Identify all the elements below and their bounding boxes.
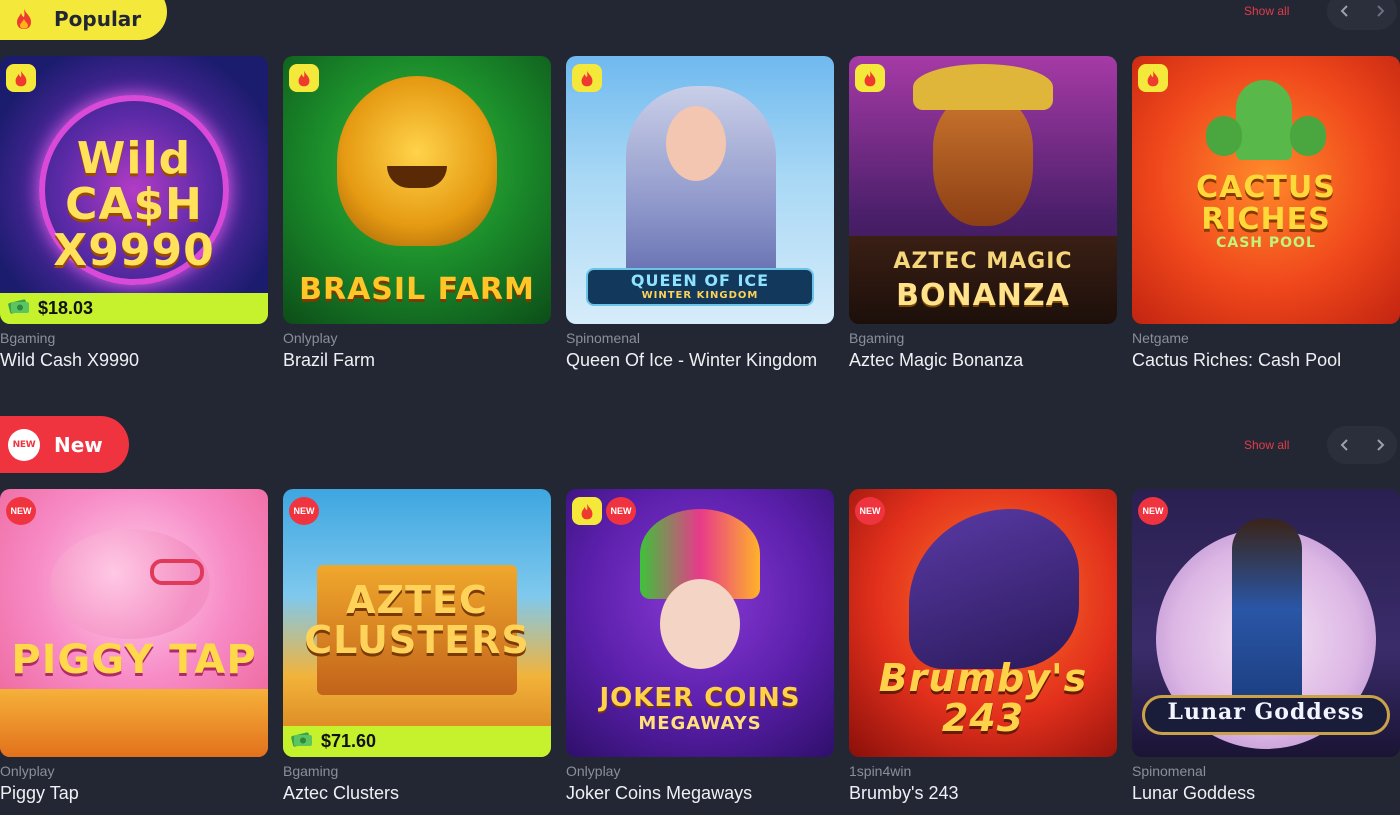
game-card[interactable]: JOKER COINS MEGAWAYS NEW Onlyplay Joker … [566,489,834,804]
game-name[interactable]: Lunar Goddess [1132,783,1400,804]
game-provider: Spinomenal [1132,763,1206,779]
game-name[interactable]: Aztec Magic Bonanza [849,350,1117,371]
chevron-left-icon [1340,5,1348,17]
prev-button[interactable] [1327,426,1362,464]
game-thumbnail[interactable]: QUEEN OF ICE WINTER KINGDOM [566,56,834,324]
game-art-title: JOKER COINS [599,683,801,713]
fire-icon [289,64,319,92]
money-icon [8,297,30,320]
fire-icon [855,64,885,92]
game-provider: Spinomenal [566,330,640,346]
prev-button[interactable] [1327,0,1362,30]
game-card[interactable]: AZTEC MAGIC BONANZA Bgaming Aztec Magic … [849,56,1117,371]
game-provider: Onlyplay [0,763,55,779]
game-card[interactable]: CACTUS RICHES CASH POOL Netgame Cactus R… [1132,56,1400,371]
new-badge: NEW [289,497,319,525]
game-thumbnail[interactable]: AZTEC MAGIC BONANZA [849,56,1117,324]
game-thumbnail[interactable]: AZTEC CLUSTERS NEW $71.60 [283,489,551,757]
chevron-right-icon [1376,5,1384,17]
game-thumbnail[interactable]: Wild CA$H X9990 $18.03 [0,56,268,324]
chevron-right-icon [1376,439,1384,451]
fire-icon [8,3,40,35]
fire-icon [572,497,602,525]
jackpot-amount: $18.03 [38,298,94,318]
fire-icon [572,64,602,92]
game-thumbnail[interactable]: CACTUS RICHES CASH POOL [1132,56,1400,324]
game-provider: Onlyplay [283,330,338,346]
game-provider: Netgame [1132,330,1189,346]
game-card[interactable]: PIGGY TAP NEW Onlyplay Piggy Tap [0,489,268,804]
game-card[interactable]: Brumby's 243 NEW 1spin4win Brumby's 243 [849,489,1117,804]
game-art-subtitle: MEGAWAYS [638,713,762,734]
game-art-subtitle: WINTER KINGDOM [641,290,759,301]
popular-header-pill: Popular [0,0,168,40]
game-art-title: BRASIL FARM [299,272,535,307]
game-thumbnail[interactable]: PIGGY TAP NEW [0,489,268,757]
game-provider: Bgaming [283,763,339,779]
new-badge: NEW [6,497,36,525]
new-badge: NEW [1138,497,1168,525]
game-provider: Bgaming [849,330,905,346]
game-name[interactable]: Queen Of Ice - Winter Kingdom [566,350,834,371]
next-button[interactable] [1362,0,1397,30]
game-thumbnail[interactable]: Lunar Goddess NEW [1132,489,1400,757]
chevron-left-icon [1340,439,1348,451]
show-all-link[interactable]: Show all [1244,438,1289,452]
game-name[interactable]: Piggy Tap [0,783,268,804]
game-name[interactable]: Cactus Riches: Cash Pool [1132,350,1400,371]
carousel-nav [1327,0,1397,30]
game-card[interactable]: QUEEN OF ICE WINTER KINGDOM Spinomenal Q… [566,56,834,371]
game-art-title: AZTEC MAGIC [893,249,1073,274]
jackpot-bar: $71.60 [283,726,551,757]
game-name[interactable]: Brazil Farm [283,350,551,371]
game-art-title: AZTEC CLUSTERS [304,578,530,662]
game-provider: 1spin4win [849,763,912,779]
game-art-title: QUEEN OF ICE [630,271,770,290]
game-art-title: PIGGY TAP [11,637,257,683]
jackpot-amount: $71.60 [321,731,377,751]
carousel-nav [1327,426,1397,464]
game-card[interactable]: Wild CA$H X9990 $18.03 Bgaming Wild Cash… [0,56,268,371]
game-provider: Onlyplay [566,763,621,779]
game-art-title: Wild CA$H X9990 [53,133,215,277]
game-art-subtitle: CASH POOL [1216,235,1316,251]
game-card[interactable]: BRASIL FARM Onlyplay Brazil Farm [283,56,551,371]
game-thumbnail[interactable]: JOKER COINS MEGAWAYS NEW [566,489,834,757]
show-all-link[interactable]: Show all [1244,4,1289,18]
game-art-title: Lunar Goddess [1167,699,1365,725]
game-thumbnail[interactable]: Brumby's 243 NEW [849,489,1117,757]
game-name[interactable]: Aztec Clusters [283,783,551,804]
new-header-pill: NEW New [0,416,129,473]
game-art-subtitle: BONANZA [896,278,1070,313]
game-art-title: CACTUS RICHES [1196,170,1336,237]
jackpot-bar: $18.03 [0,293,268,324]
fire-icon [6,64,36,92]
game-name[interactable]: Wild Cash X9990 [0,350,268,371]
fire-icon [1138,64,1168,92]
section-title: Popular [54,7,142,31]
game-thumbnail[interactable]: BRASIL FARM [283,56,551,324]
game-provider: Bgaming [0,330,56,346]
game-card[interactable]: AZTEC CLUSTERS NEW $71.60 Bgaming Aztec … [283,489,551,804]
section-title: New [54,432,103,457]
new-badge: NEW [855,497,885,525]
game-name[interactable]: Brumby's 243 [849,783,1117,804]
next-button[interactable] [1362,426,1397,464]
money-icon [291,730,313,753]
new-badge: NEW [8,428,40,461]
game-art-title: Brumby's 243 [878,656,1088,740]
new-badge: NEW [606,497,636,525]
game-card[interactable]: Lunar Goddess NEW Spinomenal Lunar Godde… [1132,489,1400,804]
game-name[interactable]: Joker Coins Megaways [566,783,834,804]
